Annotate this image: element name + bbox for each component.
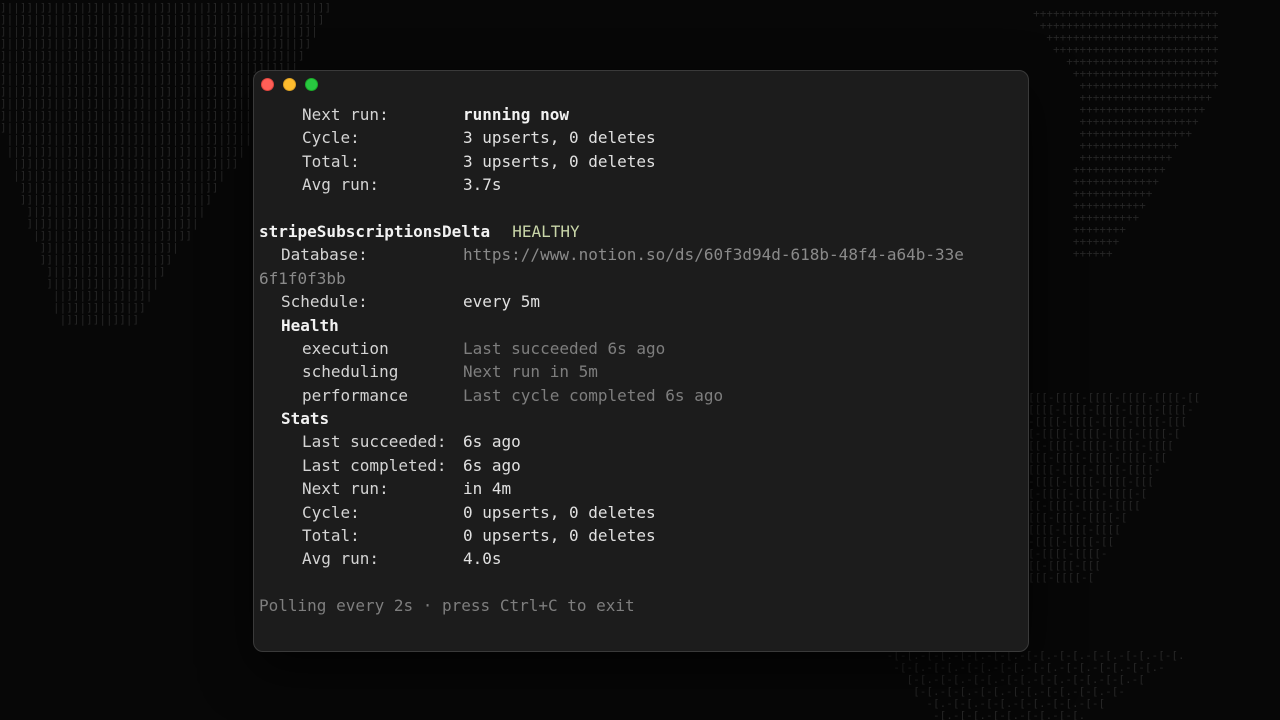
title-bar[interactable] (254, 71, 1028, 99)
scheduling-key: scheduling (302, 362, 399, 382)
zoom-button[interactable] (305, 78, 318, 91)
total-row: Total: 0 upserts, 0 deletes (259, 524, 1023, 547)
terminal-output[interactable]: Next run: running now Cycle: 3 upserts, 0 … (259, 103, 1023, 618)
close-button[interactable] (261, 78, 274, 91)
job-header: stripeSubscriptionsDelta HEALTHY (259, 220, 1023, 243)
schedule-key: Schedule: (281, 292, 368, 312)
status-badge: HEALTHY (512, 221, 580, 241)
stats-heading-row: Stats (259, 407, 1023, 430)
execution-key: execution (302, 338, 389, 358)
job-name: stripeSubscriptionsDelta (259, 221, 491, 241)
last-succeeded-key: Last succeeded: (302, 432, 447, 452)
prev-total-value: 3 upserts, 0 deletes (463, 151, 656, 171)
prev-next-run-key: Next run: (302, 105, 389, 124)
prev-next-run-value: running now (463, 105, 569, 124)
cycle-row: Cycle: 0 upserts, 0 deletes (259, 501, 1023, 524)
polling-status: Polling every 2s · press Ctrl+C to exit (259, 596, 635, 616)
health-heading: Health (281, 315, 339, 335)
background-ascii-art-right: [[[-[[[[-[[[[-[[[[-[[[[-[[ [[[[-[[[[-[[[… (1028, 392, 1201, 584)
prev-next-run-row: Next run: running now (259, 103, 1023, 126)
cycle-key: Cycle: (302, 502, 360, 522)
prev-cycle-key: Cycle: (302, 128, 360, 148)
last-completed-row: Last completed: 6s ago (259, 454, 1023, 477)
prev-cycle-row: Cycle: 3 upserts, 0 deletes (259, 126, 1023, 149)
database-url[interactable]: https://www.notion.so/ds/60f3d94d-618b-4… (463, 245, 964, 264)
database-url-wrap: 6f1f0f3bb (259, 267, 1023, 290)
health-performance-row: performance Last cycle completed 6s ago (259, 384, 1023, 407)
prev-total-row: Total: 3 upserts, 0 deletes (259, 150, 1023, 173)
cycle-value: 0 upserts, 0 deletes (463, 502, 656, 522)
total-value: 0 upserts, 0 deletes (463, 526, 656, 546)
database-row: Database: https://www.notion.so/ds/60f3d9… (259, 243, 1023, 266)
total-key: Total: (302, 526, 360, 546)
last-succeeded-value: 6s ago (463, 432, 521, 452)
avg-run-key: Avg run: (302, 549, 380, 569)
database-url-continued[interactable]: 6f1f0f3bb (259, 269, 346, 288)
performance-key: performance (302, 385, 408, 405)
health-execution-row: execution Last succeeded 6s ago (259, 337, 1023, 360)
prev-avg-run-key: Avg run: (302, 175, 380, 195)
background-ascii-art-top-right: ++++++++++++++++++++++++++++ +++++++++++… (1033, 8, 1219, 260)
schedule-value: every 5m (463, 292, 541, 312)
prev-cycle-value: 3 upserts, 0 deletes (463, 128, 656, 148)
performance-value: Last cycle completed 6s ago (463, 385, 724, 405)
last-completed-key: Last completed: (302, 455, 447, 475)
prev-total-key: Total: (302, 151, 360, 171)
last-completed-value: 6s ago (463, 455, 521, 475)
avg-run-row: Avg run: 4.0s (259, 547, 1023, 570)
stats-heading: Stats (281, 409, 330, 429)
background-ascii-art-bottom: -[-[.-[-[.-[-[.-[-[.-[-[.-[-[.-[-[.-[-[.… (886, 650, 1185, 720)
footer-line: Polling every 2s · press Ctrl+C to exit (259, 594, 1023, 617)
avg-run-value: 4.0s (463, 549, 502, 569)
prev-avg-run-row: Avg run: 3.7s (259, 173, 1023, 196)
next-run-key: Next run: (302, 479, 389, 499)
terminal-window[interactable]: Next run: running now Cycle: 3 upserts, 0 … (253, 70, 1029, 652)
scheduling-value: Next run in 5m (463, 362, 598, 382)
last-succeeded-row: Last succeeded: 6s ago (259, 430, 1023, 453)
minimize-button[interactable] (283, 78, 296, 91)
prev-avg-run-value: 3.7s (463, 175, 502, 195)
execution-value: Last succeeded 6s ago (463, 338, 666, 358)
schedule-row: Schedule: every 5m (259, 290, 1023, 313)
health-heading-row: Health (259, 314, 1023, 337)
next-run-value: in 4m (463, 479, 512, 499)
next-run-row: Next run: in 4m (259, 477, 1023, 500)
health-scheduling-row: scheduling Next run in 5m (259, 360, 1023, 383)
database-key: Database: (281, 245, 368, 265)
